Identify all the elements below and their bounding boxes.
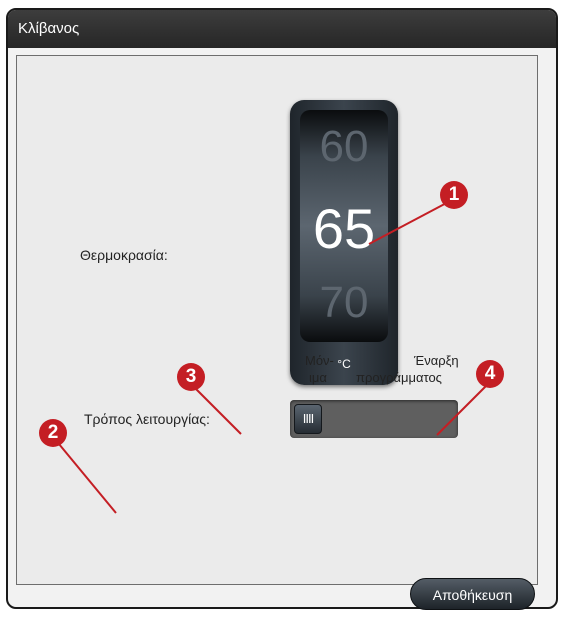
callout-3-line	[192, 385, 242, 435]
callout-4-badge: 4	[476, 360, 504, 388]
callout-1-badge: 1	[440, 181, 468, 209]
callout-2-badge: 2	[39, 419, 67, 447]
callout-1-line	[368, 198, 455, 245]
callout-2-line	[53, 437, 117, 514]
callout-4-line	[436, 383, 489, 436]
callout-3-badge: 3	[177, 363, 205, 391]
callout-lines	[53, 198, 489, 514]
